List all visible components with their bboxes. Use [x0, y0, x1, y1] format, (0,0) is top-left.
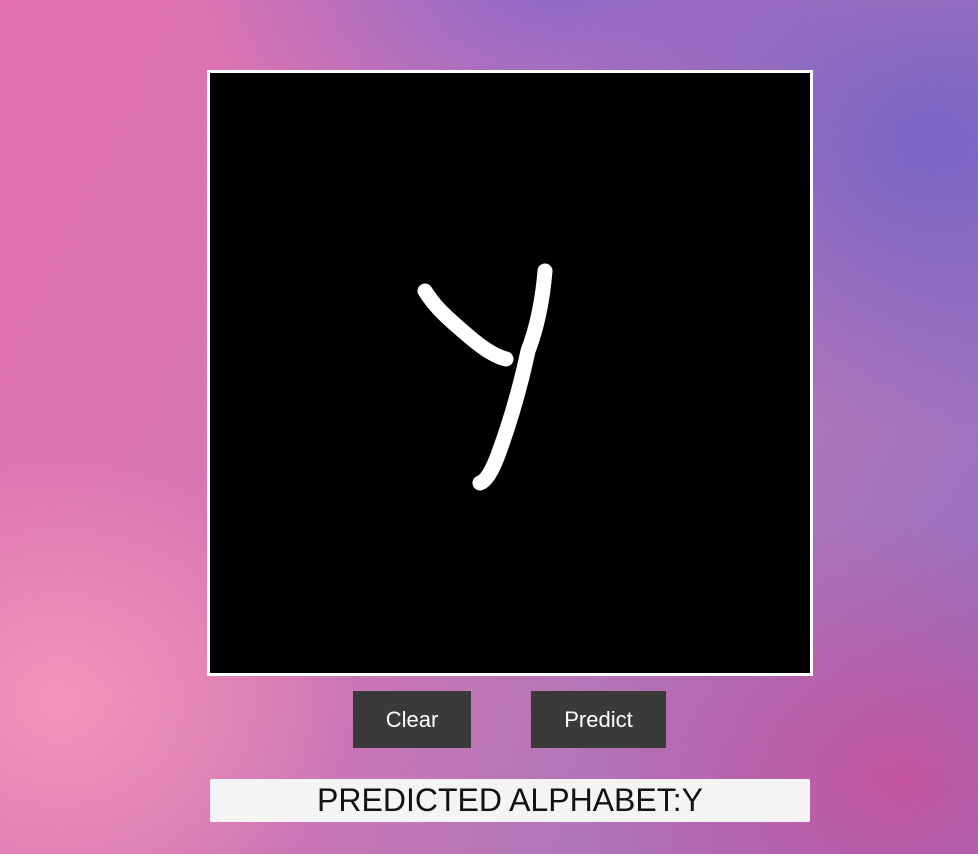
clear-button[interactable]: Clear [353, 691, 471, 748]
prediction-result: PREDICTED ALPHABET:Y [210, 779, 810, 822]
letter-stroke-main [472, 263, 553, 491]
app-page: { "page": { "background_colors": ["#e56a… [0, 0, 978, 854]
handwritten-letter-y [417, 263, 553, 491]
letter-stroke-left-arm [417, 283, 514, 367]
predict-button[interactable]: Predict [531, 691, 666, 748]
drawing-canvas[interactable] [207, 70, 813, 676]
